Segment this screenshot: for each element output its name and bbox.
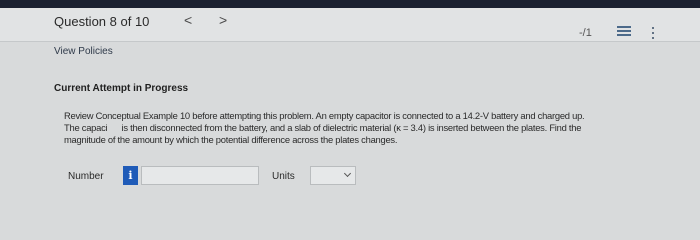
question-title: Question 8 of 10 (54, 14, 150, 29)
view-policies-link[interactable]: View Policies (54, 46, 113, 57)
question-text-line: magnitude of the amount by which the pot… (64, 134, 398, 145)
next-question-button[interactable]: > (219, 12, 227, 28)
question-text-line: The capaci is then disconnected from the… (64, 122, 582, 133)
info-icon[interactable]: i (123, 166, 138, 185)
header-divider (0, 41, 700, 42)
previous-question-button[interactable]: < (184, 12, 192, 28)
question-text: Review Conceptual Example 10 before atte… (64, 110, 664, 146)
units-label: Units (272, 171, 295, 182)
top-bar (0, 0, 700, 8)
more-vertical-icon[interactable] (651, 26, 655, 40)
number-input[interactable] (141, 166, 259, 185)
attempt-status: Current Attempt in Progress (54, 83, 189, 94)
question-score: -/1 (579, 27, 592, 39)
chevron-down-icon (343, 169, 352, 178)
list-icon[interactable] (617, 26, 631, 38)
units-select[interactable] (310, 166, 356, 185)
question-text-line: Review Conceptual Example 10 before atte… (64, 110, 585, 121)
number-label: Number (68, 171, 104, 182)
